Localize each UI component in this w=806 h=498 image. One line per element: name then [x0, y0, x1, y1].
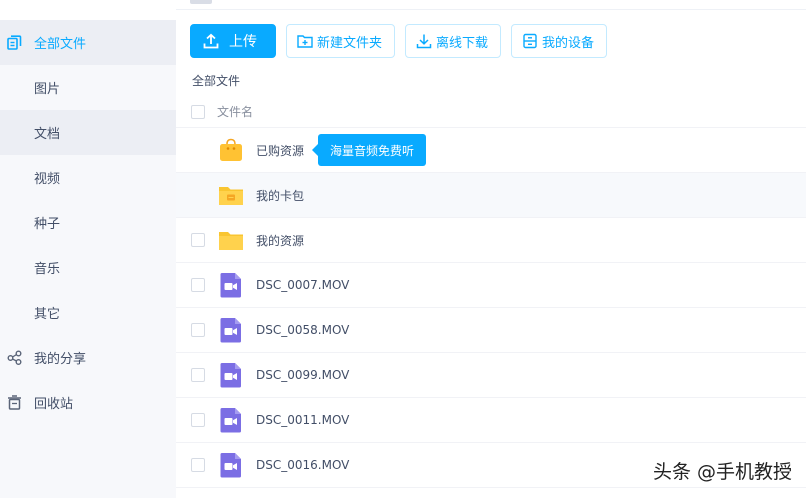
file-name[interactable]: DSC_0099.MOV	[256, 368, 349, 382]
download-icon	[416, 34, 432, 49]
upload-button-label: 上传	[229, 34, 257, 50]
list-item[interactable]: 我的资源	[176, 218, 806, 263]
folder-icon	[219, 232, 243, 250]
file-list-panel: 上传 新建文件夹 离线下载 我的设备 全部文件 文件名 已购资源 我的卡包 我的…	[176, 10, 806, 498]
my-devices-button[interactable]: 我的设备	[511, 24, 608, 58]
row-checkbox[interactable]	[191, 458, 205, 472]
row-checkbox[interactable]	[191, 413, 205, 427]
row-checkbox[interactable]	[191, 368, 205, 382]
top-strip	[0, 0, 806, 10]
video-file-icon	[220, 408, 241, 433]
new-folder-button-label: 新建文件夹	[317, 35, 383, 51]
my-devices-button-label: 我的设备	[542, 35, 595, 51]
sidebar-item-others[interactable]: 其它	[0, 290, 176, 335]
file-name[interactable]: 我的卡包	[256, 187, 304, 204]
sidebar-item-all-files[interactable]: 全部文件	[0, 20, 176, 65]
share-icon	[6, 350, 22, 366]
upload-button[interactable]: 上传	[190, 24, 276, 58]
video-file-icon	[220, 363, 241, 388]
new-folder-icon	[297, 35, 313, 48]
sidebar-item-label: 图片	[34, 82, 61, 97]
row-checkbox[interactable]	[191, 323, 205, 337]
promo-tooltip[interactable]: 海量音频免费听	[311, 134, 427, 166]
app-window: 全部文件 图片 文档 视频 种子 音乐 其它 我的分享 回收站 上传 新建文件夹…	[0, 0, 806, 498]
video-file-icon	[220, 453, 241, 478]
sidebar-item-videos[interactable]: 视频	[0, 155, 176, 200]
file-name[interactable]: DSC_0016.MOV	[256, 458, 349, 472]
upload-icon	[203, 33, 219, 49]
file-name[interactable]: DSC_0007.MOV	[256, 278, 349, 292]
sidebar: 全部文件 图片 文档 视频 种子 音乐 其它 我的分享 回收站	[0, 20, 176, 498]
video-file-icon	[220, 273, 241, 298]
offline-download-button-label: 离线下载	[436, 35, 489, 51]
sidebar-item-label: 音乐	[34, 262, 61, 277]
list-item[interactable]: DSC_0099.MOV	[176, 353, 806, 398]
all-files-icon	[6, 35, 22, 51]
file-name[interactable]: 已购资源	[256, 142, 304, 159]
offline-download-button[interactable]: 离线下载	[405, 24, 502, 58]
sidebar-item-label: 文档	[34, 127, 61, 142]
shopping-bag-icon	[220, 138, 242, 161]
sidebar-item-music[interactable]: 音乐	[0, 245, 176, 290]
sidebar-item-torrents[interactable]: 种子	[0, 200, 176, 245]
sidebar-item-images[interactable]: 图片	[0, 65, 176, 110]
sidebar-item-label: 我的分享	[34, 352, 87, 367]
row-checkbox[interactable]	[191, 278, 205, 292]
sidebar-item-recycle-bin[interactable]: 回收站	[0, 380, 176, 425]
list-header: 文件名	[176, 96, 806, 128]
select-all-checkbox[interactable]	[191, 105, 205, 119]
list-item[interactable]: 已购资源	[176, 128, 806, 173]
file-name[interactable]: DSC_0011.MOV	[256, 413, 349, 427]
watermark: 头条 @手机教授	[652, 461, 792, 483]
file-name[interactable]: DSC_0058.MOV	[256, 323, 349, 337]
list-item[interactable]: DSC_0007.MOV	[176, 263, 806, 308]
list-item[interactable]: 我的卡包	[176, 173, 806, 218]
device-icon	[523, 33, 537, 49]
sidebar-item-label: 全部文件	[34, 37, 87, 52]
list-item[interactable]: DSC_0011.MOV	[176, 398, 806, 443]
toolbar: 上传 新建文件夹 离线下载 我的设备	[190, 24, 608, 58]
recycle-bin-icon	[6, 395, 22, 411]
sidebar-item-label: 种子	[34, 217, 61, 232]
sidebar-item-documents[interactable]: 文档	[0, 110, 176, 155]
file-name[interactable]: 我的资源	[256, 232, 304, 249]
sidebar-item-label: 回收站	[34, 397, 74, 412]
list-item[interactable]: DSC_0058.MOV	[176, 308, 806, 353]
card-folder-icon	[219, 187, 243, 205]
sidebar-item-my-shares[interactable]: 我的分享	[0, 335, 176, 380]
new-folder-button[interactable]: 新建文件夹	[286, 24, 396, 58]
video-file-icon	[220, 318, 241, 343]
sidebar-item-label: 其它	[34, 307, 61, 322]
breadcrumb[interactable]: 全部文件	[192, 72, 240, 89]
top-tab-stub	[190, 0, 212, 4]
column-header-filename[interactable]: 文件名	[217, 103, 253, 120]
row-checkbox[interactable]	[191, 233, 205, 247]
sidebar-item-label: 视频	[34, 172, 61, 187]
